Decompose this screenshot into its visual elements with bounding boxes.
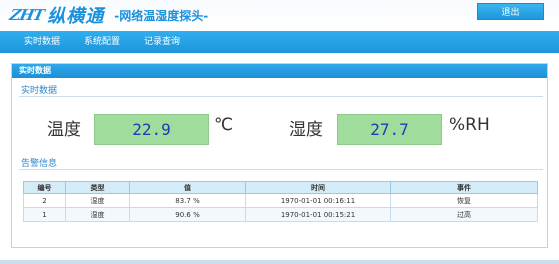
column-header: 事件: [390, 181, 538, 194]
alarm-section-title: 告警信息: [21, 159, 58, 169]
cell-time: 1970-01-01 00:16:11: [245, 193, 391, 208]
column-header: 时间: [245, 181, 391, 194]
main-nav: 实时数据 系统配置 记录查询: [0, 31, 559, 53]
nav-item-config[interactable]: 系统配置: [72, 31, 132, 53]
realtime-section-title: 实时数据: [21, 86, 58, 96]
cell-event: 恢复: [390, 193, 538, 208]
humidity-unit: %RH: [449, 115, 490, 135]
humidity-value: 27.7: [337, 114, 442, 145]
column-header: 类型: [65, 181, 130, 194]
panel-title: 实时数据: [12, 64, 547, 78]
cell-type: 湿度: [65, 193, 130, 208]
alarm-table: 编号 类型 值 时间 事件 2 湿度 83.7 % 1970-01-01 00:…: [23, 181, 538, 222]
column-header: 编号: [23, 181, 66, 194]
table-header-row: 编号 类型 值 时间 事件: [23, 181, 538, 194]
humidity-label: 湿度: [289, 120, 323, 140]
cell-value: 83.7 %: [129, 193, 246, 208]
cell-event: 过高: [390, 207, 538, 222]
logout-button[interactable]: 退出: [477, 3, 544, 20]
realtime-panel: 实时数据 实时数据 温度 22.9 ℃ 湿度 27.7 %RH 告警信息 编号 …: [11, 63, 548, 248]
cell-value: 90.6 %: [129, 207, 246, 222]
table-row: 1 湿度 90.6 % 1970-01-01 00:15:21 过高: [23, 207, 538, 222]
section-divider: [19, 96, 543, 97]
logo-mark: ZHT: [8, 6, 46, 24]
footer-divider: [0, 260, 559, 264]
temperature-unit: ℃: [214, 115, 234, 135]
column-header: 值: [129, 181, 246, 194]
temperature-label: 温度: [47, 120, 81, 140]
app-header: ZHT 纵横通 -网络温湿度探头- 退出: [0, 0, 559, 31]
cell-id: 2: [23, 193, 66, 208]
nav-item-records[interactable]: 记录查询: [132, 31, 192, 53]
table-row: 2 湿度 83.7 % 1970-01-01 00:16:11 恢复: [23, 193, 538, 208]
cell-time: 1970-01-01 00:15:21: [245, 207, 391, 222]
cell-type: 湿度: [65, 207, 130, 222]
temperature-value: 22.9: [94, 114, 209, 145]
cell-id: 1: [23, 207, 66, 222]
logo-brand: 纵横通: [47, 6, 105, 27]
section-divider: [19, 169, 543, 170]
logo: ZHT 纵横通 -网络温湿度探头-: [8, 4, 209, 27]
nav-item-realtime[interactable]: 实时数据: [0, 31, 72, 53]
product-name: -网络温湿度探头-: [114, 8, 209, 23]
